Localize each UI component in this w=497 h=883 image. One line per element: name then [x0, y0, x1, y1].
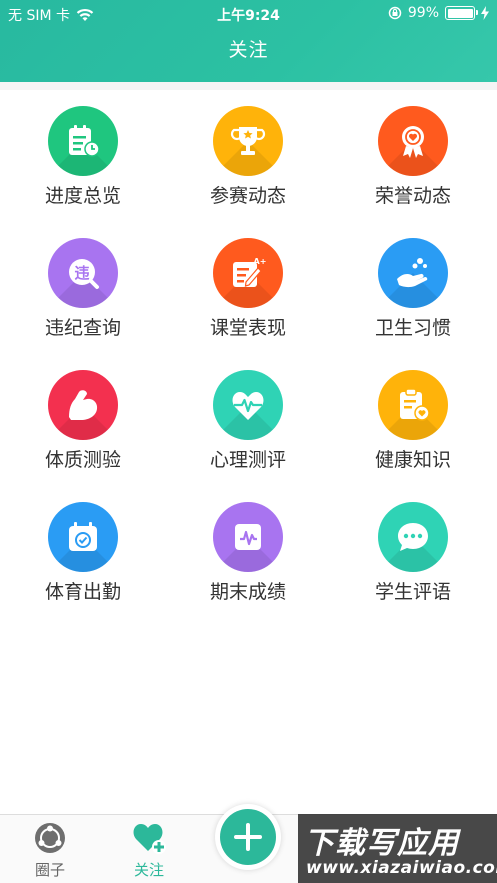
page-title: 关注	[228, 39, 269, 61]
heartbeat-icon	[213, 370, 283, 440]
tile-label: 卫生习惯	[374, 317, 451, 339]
tile-final-grades[interactable]: 期末成绩	[178, 486, 318, 606]
tile-label: 进度总览	[44, 185, 121, 207]
trophy-icon	[213, 106, 283, 176]
tile-label: 体育出勤	[44, 581, 121, 603]
tile-competition-news[interactable]: 参赛动态	[178, 90, 318, 210]
tile-label: 参赛动态	[209, 185, 286, 207]
tile-label: 课堂表现	[209, 317, 286, 339]
tile-label: 期末成绩	[209, 581, 286, 603]
tile-psychological-test[interactable]: 心理测评	[178, 354, 318, 474]
tab-follow[interactable]: 关注	[109, 815, 189, 883]
tile-progress-overview[interactable]: 进度总览	[13, 90, 153, 210]
muscle-arm-icon	[48, 370, 118, 440]
tile-label: 荣誉动态	[374, 185, 451, 207]
tab-label: 圈子	[34, 861, 65, 879]
score-chart-icon	[213, 502, 283, 572]
tile-honor-news[interactable]: 荣誉动态	[343, 90, 483, 210]
tile-class-performance[interactable]: A+ 课堂表现	[178, 222, 318, 342]
violation-search-icon: 违	[48, 238, 118, 308]
hygiene-hand-icon	[378, 238, 448, 308]
health-clipboard-icon	[378, 370, 448, 440]
tile-label: 健康知识	[374, 449, 451, 471]
add-button[interactable]	[215, 804, 281, 870]
tile-health-knowledge[interactable]: 健康知识	[343, 354, 483, 474]
tile-student-comments[interactable]: 学生评语	[343, 486, 483, 606]
watermark-main: 下载写应用	[304, 826, 459, 861]
edit-note-icon: A+	[213, 238, 283, 308]
charging-icon	[481, 6, 489, 20]
tile-fitness-test[interactable]: 体质测验	[13, 354, 153, 474]
watermark: 下载写应用 www.xiazaiwiao.com	[298, 814, 497, 883]
feature-grid: 进度总览 参赛动态 荣誉动态 违 违纪查询 A+ 课堂表现 卫生习惯 体质测验 …	[0, 90, 497, 814]
tile-sports-attendance[interactable]: 体育出勤	[13, 486, 153, 606]
heart-plus-icon	[133, 824, 166, 854]
tile-label: 违纪查询	[44, 317, 121, 339]
tile-hygiene-habits[interactable]: 卫生习惯	[343, 222, 483, 342]
tile-label: 心理测评	[209, 449, 286, 471]
header-bar: 无 SIM 卡 上午9:24 99% 关注	[0, 0, 497, 82]
tile-label: 学生评语	[374, 581, 451, 603]
svg-text:违: 违	[74, 264, 89, 282]
tile-discipline-query[interactable]: 违 违纪查询	[13, 222, 153, 342]
schedule-icon	[48, 106, 118, 176]
chat-bubble-icon	[378, 502, 448, 572]
medal-icon	[378, 106, 448, 176]
battery-icon	[445, 6, 478, 20]
svg-text:A+: A+	[254, 257, 266, 266]
status-bar: 无 SIM 卡 上午9:24 99%	[0, 0, 497, 26]
tab-label: 关注	[133, 861, 164, 879]
battery-percent: 99%	[407, 5, 439, 21]
calendar-check-icon	[48, 502, 118, 572]
watermark-url: www.xiazaiwiao.com	[306, 858, 497, 878]
plus-icon	[234, 823, 262, 851]
tile-label: 体质测验	[44, 449, 121, 471]
tab-circle[interactable]: 圈子	[10, 815, 90, 883]
circle-group-icon	[35, 823, 65, 853]
rotation-lock-icon	[388, 6, 402, 20]
